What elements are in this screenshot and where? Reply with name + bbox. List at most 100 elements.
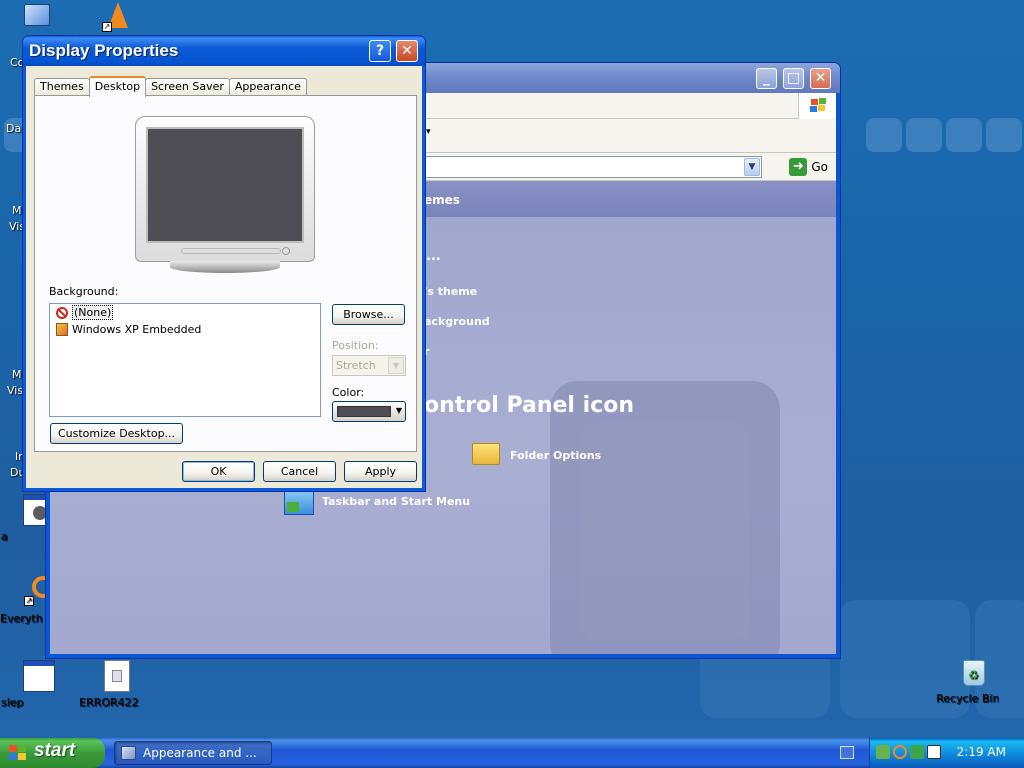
address-dropdown-button[interactable]: ▼ <box>744 158 760 176</box>
computer-icon <box>24 4 50 26</box>
color-label: Color: <box>332 386 365 399</box>
desktop-icon-label-clipped: M <box>12 368 22 381</box>
folder-options-label: Folder Options <box>510 449 602 462</box>
control-panel-icon <box>121 746 136 760</box>
security-icon[interactable] <box>910 745 924 759</box>
desktop-icon-recycle-bin[interactable]: ♻ Recycle Bin <box>936 656 1012 705</box>
color-swatch <box>337 406 391 417</box>
customize-desktop-button[interactable]: Customize Desktop... <box>50 423 183 444</box>
windows-flag-icon <box>798 93 836 119</box>
desktop-icon-label: slep <box>1 696 24 709</box>
desktop-decoration <box>986 118 1022 152</box>
pick-icon-heading: ontrol Panel icon <box>424 393 634 418</box>
position-label: Position: <box>332 339 379 352</box>
color-picker-button[interactable]: ▼ <box>332 401 406 422</box>
system-tray: 2:19 AM <box>869 738 1024 768</box>
close-icon: ✕ <box>401 43 413 59</box>
dialog-close-button[interactable]: ✕ <box>396 40 418 62</box>
folder-options-item[interactable]: Folder Options <box>472 441 612 469</box>
desktop-icon-label: Everyth <box>0 612 43 625</box>
minimize-button[interactable]: _ <box>756 68 777 89</box>
display-properties-dialog[interactable]: Display Properties ? ✕ Themes Desktop Sc… <box>22 35 426 492</box>
monitor-preview <box>135 116 315 273</box>
none-icon <box>56 306 68 319</box>
monitor-stand <box>170 261 280 273</box>
category-header-text: emes <box>424 193 460 207</box>
desktop-icon-label: ERROR422 <box>79 696 139 709</box>
clock[interactable]: 2:19 AM <box>957 745 1006 759</box>
desktop-icon-label-clipped: M <box>12 204 22 217</box>
desktop-icon-label-clipped: Vis <box>7 384 24 397</box>
browse-button[interactable]: Browse... <box>332 304 405 325</box>
power-led-icon <box>282 247 290 255</box>
dialog-titlebar[interactable]: Display Properties ? ✕ <box>23 36 425 66</box>
cancel-button[interactable]: Cancel <box>263 461 336 482</box>
start-label: start <box>34 740 76 761</box>
ok-button[interactable]: OK <box>182 461 255 482</box>
desktop-icon-slep[interactable]: slep <box>1 660 77 709</box>
desktop-icon-computer[interactable] <box>20 2 56 34</box>
document-icon <box>104 660 130 692</box>
go-label: Go <box>811 160 828 174</box>
desktop-icon-label-clipped: Da <box>6 122 22 135</box>
maximize-icon: □ <box>786 70 801 86</box>
chevron-down-icon: ▼ <box>388 357 404 374</box>
windows-logo-icon <box>9 745 27 761</box>
chevron-down-icon: ▼ <box>395 406 402 415</box>
monitor-slot <box>181 248 281 254</box>
task-heading: ... <box>426 249 441 264</box>
position-value: Stretch <box>336 359 376 372</box>
monitor-screen <box>146 127 304 243</box>
maximize-button[interactable]: □ <box>783 68 804 89</box>
folder-icon <box>472 443 500 465</box>
language-bar-icon[interactable] <box>840 746 854 759</box>
desktop-icon-label: Recycle Bin <box>936 692 1000 705</box>
list-item[interactable]: Windows XP Embedded <box>50 321 320 338</box>
taskbar-button-label: Appearance and ... <box>143 746 257 760</box>
dialog-title: Display Properties <box>29 41 179 60</box>
taskbar-start-menu-label: Taskbar and Start Menu <box>322 495 471 508</box>
apply-button[interactable]: Apply <box>344 461 417 482</box>
go-arrow-icon: ➜ <box>789 158 808 176</box>
desktop-tab-panel: Background: (None) Windows XP Embedded B… <box>34 95 417 452</box>
desktop-decoration <box>866 118 902 152</box>
tab-desktop[interactable]: Desktop <box>88 76 147 97</box>
desktop-decoration <box>946 118 982 152</box>
close-icon: ✕ <box>814 70 827 86</box>
program-tray-icon[interactable] <box>927 745 941 759</box>
chevron-down-icon: ▼ <box>748 162 756 172</box>
list-item[interactable]: (None) <box>50 304 320 321</box>
desktop-icon-vlc[interactable]: ↗ <box>102 2 134 34</box>
go-button[interactable]: ➜ Go <box>789 157 828 177</box>
list-item-label: Windows XP Embedded <box>72 323 202 336</box>
tab-screen-saver[interactable]: Screen Saver <box>145 78 230 96</box>
close-button[interactable]: ✕ <box>810 68 831 89</box>
taskbar: start Appearance and ... 2:19 AM <box>0 738 1024 768</box>
help-button[interactable]: ? <box>369 40 391 62</box>
taskbar-button-appearance[interactable]: Appearance and ... <box>114 741 272 765</box>
network-icon[interactable] <box>876 745 890 759</box>
recycle-bin-icon: ♻ <box>958 656 990 688</box>
everything-tray-icon[interactable] <box>893 745 907 759</box>
background-listbox[interactable]: (None) Windows XP Embedded <box>49 303 321 417</box>
window-icon <box>23 660 55 692</box>
position-select[interactable]: Stretch ▼ <box>332 355 406 376</box>
start-button[interactable]: start <box>0 738 105 768</box>
dialog-body: Themes Desktop Screen Saver Appearance B… <box>26 66 422 488</box>
tab-themes[interactable]: Themes <box>34 78 90 96</box>
desktop-icon-label: a <box>1 530 8 543</box>
tab-appearance[interactable]: Appearance <box>228 78 307 96</box>
shortcut-arrow-icon: ↗ <box>102 22 112 32</box>
monitor-frame <box>135 116 315 262</box>
minimize-icon: _ <box>763 70 770 86</box>
desktop-decoration <box>906 118 942 152</box>
background-label: Background: <box>49 285 119 298</box>
toolbar-dropdown-icon[interactable]: ▾ <box>426 127 431 137</box>
tab-strip: Themes Desktop Screen Saver Appearance <box>34 76 307 97</box>
task-link-theme[interactable]: 's theme <box>424 285 477 298</box>
image-file-icon <box>56 323 68 336</box>
desktop-icon-error422[interactable]: ERROR422 <box>79 660 155 709</box>
list-item-label: (None) <box>72 305 114 320</box>
help-icon: ? <box>375 43 385 59</box>
task-link-background[interactable]: ackground <box>424 315 490 328</box>
